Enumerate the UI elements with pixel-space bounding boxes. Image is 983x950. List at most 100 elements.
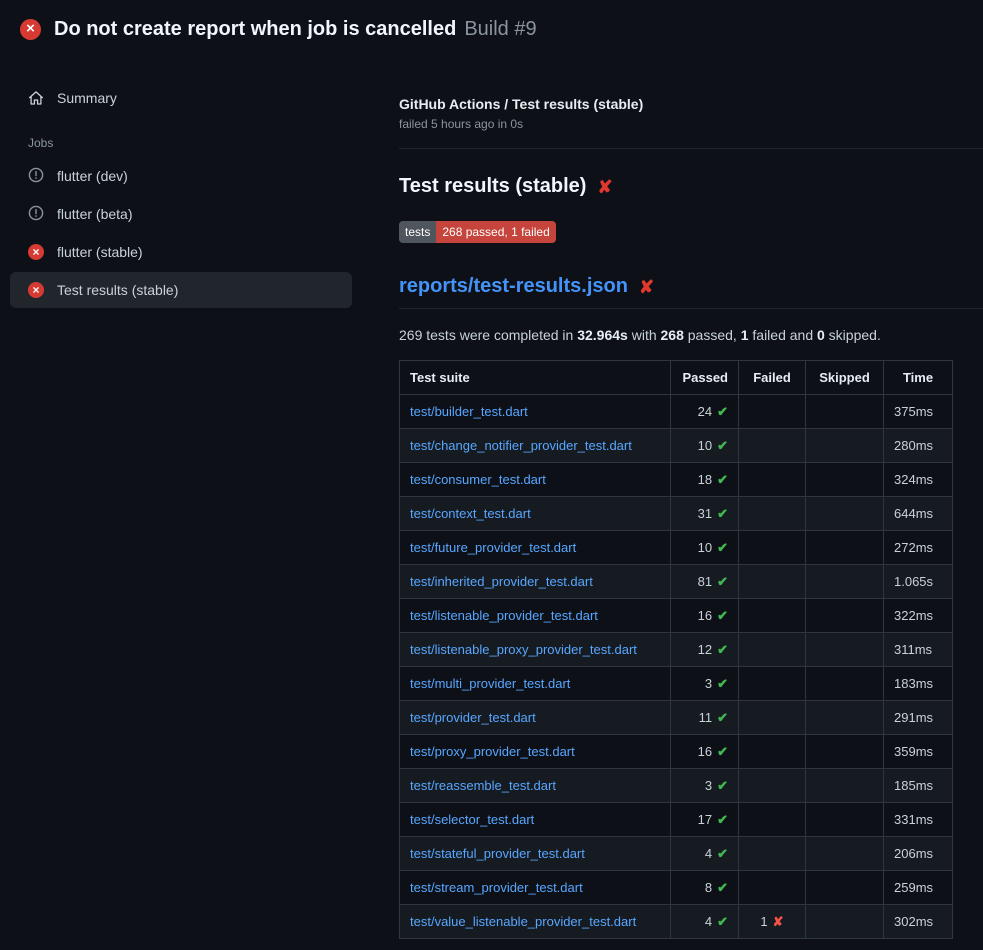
badge-value: 268 passed, 1 failed (436, 221, 555, 243)
suite-link[interactable]: test/proxy_provider_test.dart (410, 744, 660, 759)
passed-count: 81 (698, 574, 712, 589)
table-row: test/consumer_test.dart 18✔ 324ms (400, 463, 953, 497)
suite-link[interactable]: test/inherited_provider_test.dart (410, 574, 660, 589)
suite-link[interactable]: test/stateful_provider_test.dart (410, 846, 660, 861)
suite-link[interactable]: test/listenable_proxy_provider_test.dart (410, 642, 660, 657)
suite-link[interactable]: test/change_notifier_provider_test.dart (410, 438, 660, 453)
suite-link[interactable]: test/provider_test.dart (410, 710, 660, 725)
suite-cell: test/value_listenable_provider_test.dart (400, 905, 671, 939)
suite-cell: test/proxy_provider_test.dart (400, 735, 671, 769)
check-icon: ✔ (717, 676, 728, 691)
failed-cell (739, 395, 806, 429)
build-header: × Do not create report when job is cance… (0, 0, 983, 56)
check-icon: ✔ (717, 438, 728, 453)
passed-count: 17 (698, 812, 712, 827)
sidebar-item-summary[interactable]: Summary (10, 80, 352, 116)
sidebar-item-job[interactable]: flutter (dev) (10, 158, 352, 194)
suite-cell: test/reassemble_test.dart (400, 769, 671, 803)
check-icon: ✔ (717, 812, 728, 827)
job-status-icon: × (28, 282, 44, 298)
passed-cell: 4✔ (671, 837, 739, 871)
passed-cell: 3✔ (671, 667, 739, 701)
suite-cell: test/listenable_provider_test.dart (400, 599, 671, 633)
passed-count: 3 (705, 676, 712, 691)
suite-link[interactable]: test/selector_test.dart (410, 812, 660, 827)
passed-count: 24 (698, 404, 712, 419)
table-row: test/reassemble_test.dart 3✔ 185ms (400, 769, 953, 803)
time-cell: 259ms (884, 871, 953, 905)
summary-skipped: 0 (817, 327, 825, 343)
suite-link[interactable]: test/consumer_test.dart (410, 472, 660, 487)
suite-link[interactable]: test/value_listenable_provider_test.dart (410, 914, 660, 929)
main-content: GitHub Actions / Test results (stable) f… (399, 56, 983, 939)
suite-link[interactable]: test/multi_provider_test.dart (410, 676, 660, 691)
check-icon: ✔ (717, 710, 728, 725)
skipped-cell (806, 735, 884, 769)
suite-link[interactable]: test/future_provider_test.dart (410, 540, 660, 555)
failed-status-icon: × (28, 282, 44, 298)
time-cell: 331ms (884, 803, 953, 837)
check-icon: ✔ (717, 608, 728, 623)
time-cell: 324ms (884, 463, 953, 497)
cross-icon: ✘ (773, 914, 784, 929)
suite-link[interactable]: test/stream_provider_test.dart (410, 880, 660, 895)
col-passed: Passed (671, 361, 739, 395)
job-status-icon: × (28, 244, 44, 260)
col-failed: Failed (739, 361, 806, 395)
passed-cell: 4✔ (671, 905, 739, 939)
time-cell: 280ms (884, 429, 953, 463)
time-cell: 311ms (884, 633, 953, 667)
skipped-cell (806, 531, 884, 565)
suite-cell: test/stateful_provider_test.dart (400, 837, 671, 871)
check-icon: ✔ (717, 404, 728, 419)
table-row: test/change_notifier_provider_test.dart … (400, 429, 953, 463)
suite-link[interactable]: test/context_test.dart (410, 506, 660, 521)
passed-count: 3 (705, 778, 712, 793)
passed-count: 4 (705, 846, 712, 861)
table-row: test/proxy_provider_test.dart 16✔ 359ms (400, 735, 953, 769)
col-time: Time (884, 361, 953, 395)
failed-cell (739, 667, 806, 701)
suite-cell: test/provider_test.dart (400, 701, 671, 735)
suite-link[interactable]: test/reassemble_test.dart (410, 778, 660, 793)
job-status-icon (28, 168, 44, 184)
suite-link[interactable]: test/listenable_provider_test.dart (410, 608, 660, 623)
table-row: test/context_test.dart 31✔ 644ms (400, 497, 953, 531)
passed-count: 11 (699, 710, 713, 725)
build-number: Build #9 (464, 18, 536, 41)
suite-cell: test/context_test.dart (400, 497, 671, 531)
passed-cell: 16✔ (671, 735, 739, 769)
sidebar-item-job[interactable]: flutter (beta) (10, 196, 352, 232)
passed-cell: 16 ✔ (671, 599, 739, 633)
summary-prefix: 269 tests were completed in (399, 327, 577, 343)
check-icon: ✔ (717, 914, 728, 929)
suite-cell: test/consumer_test.dart (400, 463, 671, 497)
badge-label: tests (399, 221, 436, 243)
job-label: Test results (stable) (57, 282, 178, 298)
summary-suffix: skipped. (825, 327, 881, 343)
time-cell: 644ms (884, 497, 953, 531)
time-cell: 185ms (884, 769, 953, 803)
skipped-cell (806, 463, 884, 497)
failed-x-icon: ✘ (639, 278, 654, 296)
passed-count: 16 (698, 608, 712, 623)
report-link[interactable]: reports/test-results.json (399, 275, 628, 298)
report-title: reports/test-results.json ✘ (399, 275, 983, 309)
table-header-row: Test suite Passed Failed Skipped Time (400, 361, 953, 395)
suite-cell: test/inherited_provider_test.dart (400, 565, 671, 599)
suite-cell: test/listenable_proxy_provider_test.dart (400, 633, 671, 667)
tests-badge: tests 268 passed, 1 failed (399, 221, 556, 243)
col-test-suite: Test suite (400, 361, 671, 395)
suite-link[interactable]: test/builder_test.dart (410, 404, 660, 419)
sidebar-item-job[interactable]: × flutter (stable) (10, 234, 352, 270)
failed-count: 1 (760, 914, 767, 929)
passed-cell: 10✔ (671, 531, 739, 565)
suite-cell: test/change_notifier_provider_test.dart (400, 429, 671, 463)
run-status-line: failed 5 hours ago in 0s (399, 117, 983, 131)
build-failed-icon: × (20, 19, 41, 40)
skipped-cell (806, 837, 884, 871)
table-body: test/builder_test.dart 24✔ 375ms test/ch… (400, 395, 953, 939)
col-skipped: Skipped (806, 361, 884, 395)
sidebar-item-job[interactable]: × Test results (stable) (10, 272, 352, 308)
test-results-table: Test suite Passed Failed Skipped Time te… (399, 360, 953, 939)
